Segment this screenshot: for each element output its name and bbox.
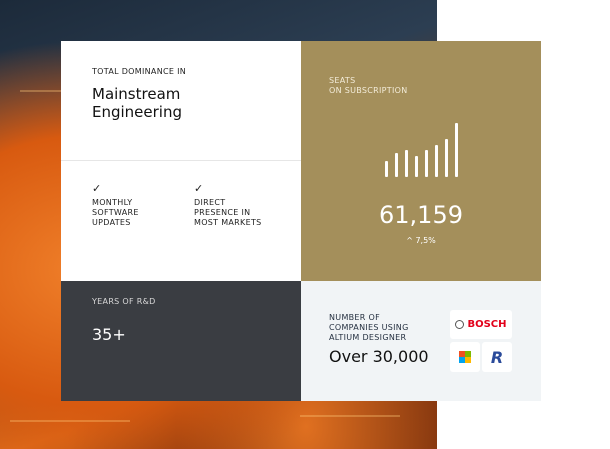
companies-value: Over 30,000 — [329, 347, 429, 366]
trend-bar — [395, 153, 398, 177]
title-line: Engineering — [92, 103, 182, 121]
label-line: NUMBER OF — [329, 313, 380, 322]
feature-text: MONTHLY — [92, 198, 133, 207]
rnd-value: 35+ — [92, 325, 126, 344]
feature-text: MOST MARKETS — [194, 218, 262, 227]
feature-direct-presence: ✓ DIRECT PRESENCE IN MOST MARKETS — [194, 183, 262, 228]
seats-change: ^ 7,5% — [301, 236, 541, 245]
dominance-label: TOTAL DOMINANCE IN — [92, 67, 187, 76]
r-company-logo: R — [482, 342, 512, 372]
feature-text: UPDATES — [92, 218, 131, 227]
bosch-logo: BOSCH — [450, 310, 512, 339]
feature-text: PRESENCE IN — [194, 208, 251, 217]
microsoft-logo — [450, 342, 480, 372]
stats-card: TOTAL DOMINANCE IN Mainstream Engineering… — [61, 41, 541, 401]
bosch-text: BOSCH — [467, 319, 507, 330]
seats-label: SEATS ON SUBSCRIPTION — [329, 76, 408, 96]
r-logo-text: R — [490, 347, 504, 367]
trend-bar — [435, 144, 438, 177]
change-value: 7,5% — [415, 236, 436, 245]
trend-bar — [415, 156, 418, 177]
rnd-label: YEARS OF R&D — [92, 297, 156, 306]
label-line: ALTIUM DESIGNER — [329, 333, 407, 342]
dominance-panel: TOTAL DOMINANCE IN Mainstream Engineering — [61, 41, 301, 161]
label-line: COMPANIES USING — [329, 323, 409, 332]
trend-bar — [405, 150, 408, 177]
trend-bar — [455, 123, 458, 177]
feature-monthly-updates: ✓ MONTHLY SOFTWARE UPDATES — [92, 183, 139, 228]
feature-text: SOFTWARE — [92, 208, 139, 217]
bar-chart-icon — [385, 121, 465, 177]
label-line: SEATS — [329, 76, 356, 85]
title-line: Mainstream — [92, 85, 181, 103]
seats-panel: SEATS ON SUBSCRIPTION 61,159 ^ 7,5% — [301, 41, 541, 281]
trend-bar — [445, 139, 448, 177]
label-line: ON SUBSCRIPTION — [329, 86, 408, 95]
trend-bar — [385, 161, 388, 177]
companies-panel: NUMBER OF COMPANIES USING ALTIUM DESIGNE… — [301, 281, 541, 401]
companies-label: NUMBER OF COMPANIES USING ALTIUM DESIGNE… — [329, 313, 409, 343]
feature-text: DIRECT — [194, 198, 226, 207]
rnd-panel: YEARS OF R&D 35+ — [61, 281, 301, 401]
seats-value: 61,159 — [379, 201, 463, 229]
dominance-title: Mainstream Engineering — [92, 85, 182, 121]
check-icon: ✓ — [194, 182, 204, 195]
check-icon: ✓ — [92, 182, 102, 195]
trend-bar — [425, 150, 428, 177]
bosch-emblem-icon — [455, 320, 465, 329]
